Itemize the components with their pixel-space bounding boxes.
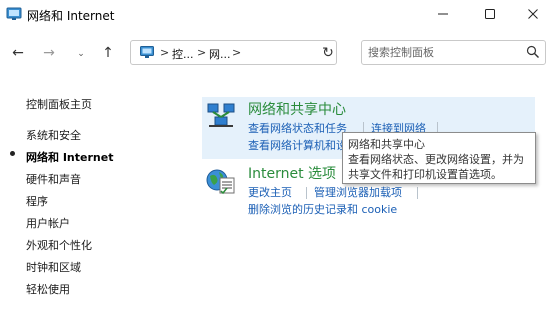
sidebar-item-user-accounts[interactable]: 用户帐户: [26, 215, 70, 231]
breadcrumb-network[interactable]: 网...: [209, 46, 231, 62]
sidebar-item-system-security[interactable]: 系统和安全: [26, 127, 81, 143]
sidebar-item-clock-region[interactable]: 时钟和区域: [26, 259, 81, 275]
control-panel-icon: [6, 7, 22, 21]
tooltip: 网络和共享中心 查看网络状态、更改网络设置，并为 共享文件和打印机设置首选项。: [342, 132, 536, 184]
link-divider: [306, 187, 307, 199]
tooltip-description: 查看网络状态、更改网络设置，并为: [348, 153, 524, 166]
view-network-computers-link[interactable]: 查看网络计算机和设: [248, 137, 347, 153]
recent-locations-button[interactable]: ⌄: [70, 43, 92, 65]
forward-button[interactable]: →: [38, 42, 60, 64]
window-title: 网络和 Internet: [27, 9, 115, 23]
back-button[interactable]: ←: [7, 42, 29, 64]
sidebar-home-link[interactable]: 控制面板主页: [26, 96, 92, 112]
maximize-button[interactable]: [467, 0, 513, 28]
control-panel-icon: [140, 46, 154, 58]
manage-addons-link[interactable]: 管理浏览器加载项: [314, 184, 402, 200]
sidebar-item-network-internet[interactable]: 网络和 Internet: [26, 149, 113, 165]
search-input[interactable]: [368, 44, 518, 61]
search-icon[interactable]: [526, 45, 540, 59]
sidebar-item-appearance[interactable]: 外观和个性化: [26, 237, 92, 253]
address-bar[interactable]: > 控... > 网... > ⌄: [130, 40, 434, 65]
view-network-status-link[interactable]: 查看网络状态和任务: [248, 120, 347, 136]
delete-browsing-history-link[interactable]: 删除浏览的历史记录和 cookie: [248, 201, 397, 217]
tooltip-description: 共享文件和打印机设置首选项。: [348, 168, 502, 181]
breadcrumb-separator: >: [197, 46, 207, 59]
link-divider: [417, 187, 418, 199]
breadcrumb-separator: >: [232, 46, 242, 59]
close-button[interactable]: [510, 0, 555, 28]
breadcrumb-separator: >: [160, 46, 170, 59]
internet-options-title-link[interactable]: Internet 选项: [248, 163, 336, 183]
minimize-button[interactable]: [420, 0, 466, 28]
search-box: [361, 40, 546, 65]
change-home-page-link[interactable]: 更改主页: [248, 184, 292, 200]
breadcrumb-control-panel[interactable]: 控...: [172, 46, 194, 62]
refresh-button[interactable]: ↻: [318, 43, 338, 63]
up-button[interactable]: ↑: [97, 42, 119, 64]
sidebar-item-hardware-sound[interactable]: 硬件和声音: [26, 171, 81, 187]
network-sharing-title-link[interactable]: 网络和共享中心: [248, 99, 346, 119]
network-sharing-icon[interactable]: [206, 101, 236, 129]
sidebar-item-ease-of-access[interactable]: 轻松使用: [26, 281, 70, 297]
internet-options-icon[interactable]: [205, 166, 237, 196]
sidebar-item-programs[interactable]: 程序: [26, 193, 48, 209]
current-item-indicator: [10, 151, 15, 156]
tooltip-title: 网络和共享中心: [348, 138, 425, 151]
